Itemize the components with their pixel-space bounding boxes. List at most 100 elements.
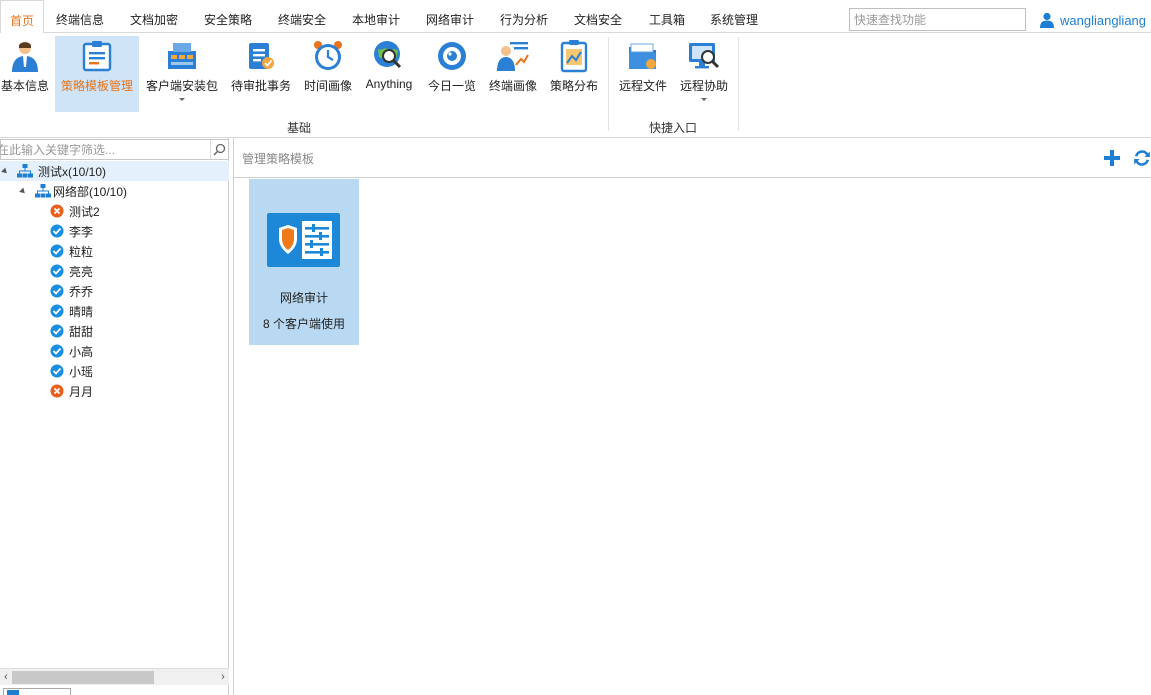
scrollbar-thumb[interactable]: [12, 671, 154, 684]
tab-terminal-info[interactable]: 终端信息: [48, 0, 112, 33]
user-icon: [1040, 12, 1054, 28]
anything-label: Anything: [365, 77, 413, 91]
basic-info-label: 基本信息: [0, 79, 49, 93]
org-tree-panel: 测试x(10/10) 网络部(10/10) 测试2 李李粒粒亮亮乔乔晴晴甜甜小高小…: [0, 138, 229, 695]
approval-icon: [249, 43, 274, 69]
tab-local-audit[interactable]: 本地审计: [344, 0, 408, 33]
online-check-icon: [50, 264, 64, 278]
refresh-icon[interactable]: [1133, 149, 1151, 167]
tree-node-user[interactable]: 亮亮: [0, 261, 229, 281]
tab-doc-security[interactable]: 文档安全: [566, 0, 630, 33]
tab-system-management[interactable]: 系统管理: [702, 0, 766, 33]
time-portrait-label: 时间画像: [303, 79, 352, 93]
tree-filter-input[interactable]: [0, 140, 207, 159]
shield-settings-icon: [267, 213, 340, 267]
tree-node-root-label: 测试x(10/10): [38, 164, 107, 179]
tree-node-user-label: 小瑶: [69, 364, 94, 379]
quick-search-input[interactable]: [849, 8, 1026, 31]
tree-node-department[interactable]: 网络部(10/10): [0, 181, 229, 201]
online-check-icon: [50, 364, 64, 378]
tree-filter: [0, 139, 229, 160]
remote-assist-button[interactable]: 远程协助: [676, 36, 732, 112]
today-overview-button[interactable]: 今日一览: [424, 36, 480, 112]
add-icon[interactable]: [1103, 149, 1121, 167]
eye-icon: [438, 42, 466, 70]
template-name: 网络审计: [279, 291, 328, 305]
offline-x-icon: [50, 384, 64, 398]
tab-doc-encrypt[interactable]: 文档加密: [122, 0, 186, 33]
tree-node-user[interactable]: 小瑶: [0, 361, 229, 381]
expand-arrow-icon[interactable]: [1, 167, 9, 175]
search-icon[interactable]: [210, 140, 227, 159]
anything-button[interactable]: Anything: [360, 36, 418, 112]
template-card[interactable]: 网络审计 8 个客户端使用: [249, 179, 359, 345]
online-check-icon: [50, 344, 64, 358]
tree-node-user[interactable]: 晴晴: [0, 301, 229, 321]
tree-node-user[interactable]: 乔乔: [0, 281, 229, 301]
tree-node-user[interactable]: 粒粒: [0, 241, 229, 261]
tree-node-root[interactable]: 测试x(10/10): [0, 161, 229, 181]
template-main-panel: 管理策略模板 网络审计 8 个客户端使用: [233, 138, 1151, 695]
tree-node-user-label: 亮亮: [69, 264, 94, 279]
tab-home[interactable]: 首页: [0, 0, 44, 34]
tree-node-user-label: 乔乔: [69, 284, 94, 299]
tree-node-user-label: 甜甜: [69, 324, 94, 339]
time-portrait-button[interactable]: 时间画像: [300, 36, 356, 112]
tab-network-audit[interactable]: 网络审计: [418, 0, 482, 33]
bottom-panel-tab[interactable]: [3, 688, 71, 695]
tree-node-department-label: 网络部(10/10): [53, 184, 128, 199]
scroll-right-icon[interactable]: ›: [217, 669, 229, 686]
ribbon-group-separator: [738, 37, 739, 131]
expand-arrow-icon[interactable]: [19, 187, 27, 195]
online-check-icon: [50, 324, 64, 338]
pending-approval-label: 待审批事务: [230, 79, 291, 93]
remote-file-icon: [629, 43, 656, 69]
scroll-left-icon[interactable]: ‹: [0, 669, 12, 686]
tab-toolbox[interactable]: 工具箱: [640, 0, 694, 33]
policy-distribution-button[interactable]: 策略分布: [546, 36, 602, 112]
policy-template-button[interactable]: 策略模板管理: [55, 36, 139, 112]
tree-node-user-label: 李李: [69, 224, 94, 239]
tree-node-user[interactable]: 李李: [0, 221, 229, 241]
offline-x-icon: [50, 204, 64, 218]
remote-assist-label: 远程协助: [679, 79, 728, 93]
remote-file-button[interactable]: 远程文件: [614, 36, 672, 112]
terminal-portrait-button[interactable]: 终端画像: [485, 36, 541, 112]
tab-icon: [7, 690, 19, 695]
tab-terminal-security[interactable]: 终端安全: [270, 0, 334, 33]
username: wangliangliang: [1060, 12, 1147, 28]
ribbon-group-separator: [608, 37, 609, 131]
tree-node-user-label: 测试2: [69, 204, 100, 219]
online-check-icon: [50, 244, 64, 258]
terminal-portrait-label: 终端画像: [488, 79, 537, 93]
terminal-portrait-icon: [497, 42, 529, 71]
tree-node-user-label: 粒粒: [69, 244, 94, 259]
chevron-down-icon: [179, 98, 185, 101]
tree-node-user-label: 月月: [69, 384, 94, 399]
basic-info-button[interactable]: 基本信息: [0, 36, 50, 112]
pending-approval-button[interactable]: 待审批事务: [227, 36, 295, 112]
tab-security-policy[interactable]: 安全策略: [196, 0, 260, 33]
tree-node-user-label: 小高: [69, 344, 94, 359]
user-account[interactable]: wangliangliang: [1040, 11, 1146, 29]
tree-node-user[interactable]: 甜甜: [0, 321, 229, 341]
org-icon: [35, 184, 51, 198]
online-check-icon: [50, 224, 64, 238]
template-usage: 8 个客户端使用: [262, 317, 345, 331]
menu-bar: 首页 终端信息 文档加密 安全策略 终端安全 本地审计 网络审计 行为分析 文档…: [0, 0, 1151, 34]
tab-behavior-analysis[interactable]: 行为分析: [492, 0, 556, 33]
tree-node-user[interactable]: 月月: [0, 381, 229, 401]
org-icon: [17, 164, 33, 178]
page-title: 管理策略模板: [242, 152, 315, 166]
clock-icon: [314, 41, 342, 70]
tree-node-user[interactable]: 小高: [0, 341, 229, 361]
client-package-label: 客户端安装包: [145, 79, 218, 93]
chevron-down-icon: [701, 98, 707, 101]
tree-node-user[interactable]: 测试2: [0, 201, 229, 221]
online-check-icon: [50, 284, 64, 298]
client-package-button[interactable]: 客户端安装包: [143, 36, 221, 112]
horizontal-scrollbar[interactable]: ‹ ›: [0, 668, 229, 685]
remote-assist-icon: [689, 43, 720, 69]
package-icon: [168, 43, 196, 69]
remote-file-label: 远程文件: [618, 79, 667, 93]
